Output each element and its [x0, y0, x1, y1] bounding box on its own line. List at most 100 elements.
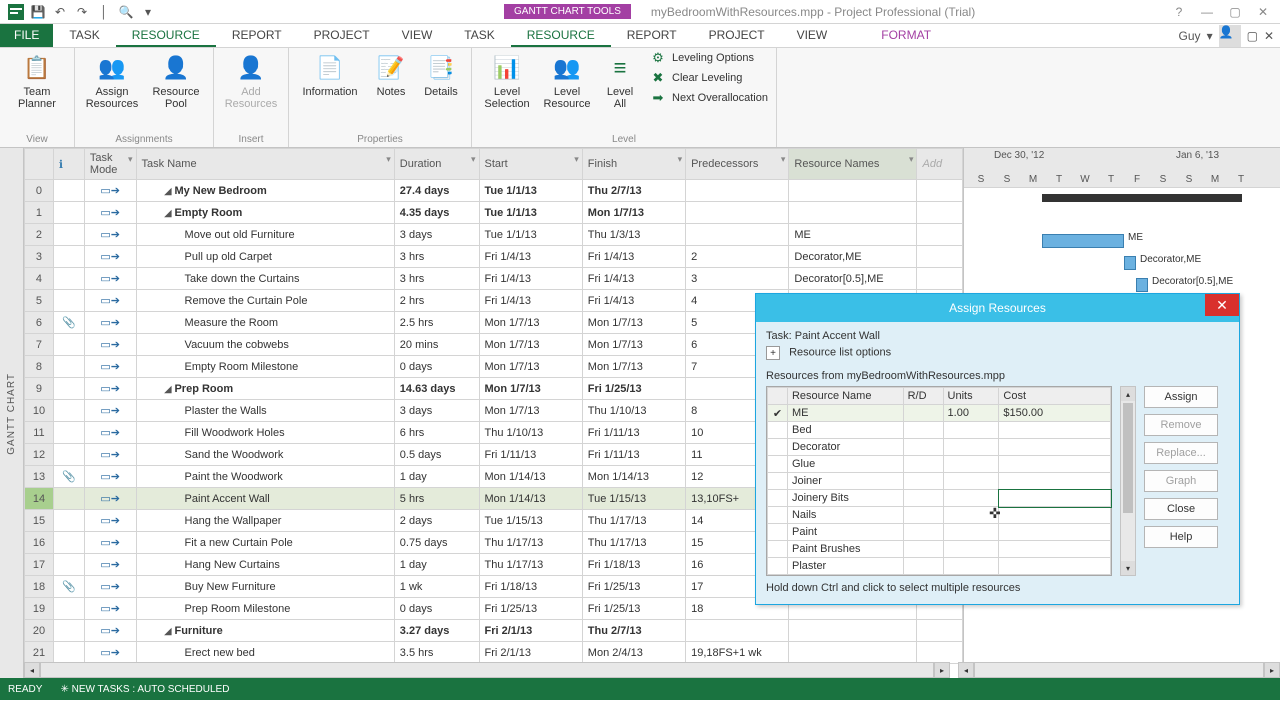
user-name[interactable]: Guy: [1179, 29, 1201, 43]
qat-sep: │: [94, 2, 114, 22]
tab-view[interactable]: VIEW: [386, 24, 449, 47]
resource-pool-icon: 👤: [160, 52, 192, 84]
user-dropdown-icon[interactable]: ▾: [1207, 29, 1213, 43]
scroll-down-icon[interactable]: ▾: [1121, 561, 1135, 575]
resource-table-scrollbar[interactable]: ▴ ▾: [1120, 386, 1136, 576]
tab-project[interactable]: PROJECT: [298, 24, 386, 47]
project-icon[interactable]: [6, 2, 26, 22]
gantt-day: T: [1228, 174, 1254, 185]
maximize-icon[interactable]: ▢: [1224, 3, 1246, 21]
col-rd[interactable]: R/D: [903, 388, 943, 405]
assign-button[interactable]: Assign: [1144, 386, 1218, 408]
resource-row[interactable]: Joiner: [768, 473, 1111, 490]
col-cost[interactable]: Cost: [999, 388, 1111, 405]
resource-row[interactable]: Joinery Bits: [768, 490, 1111, 507]
help-button[interactable]: Help: [1144, 526, 1218, 548]
status-new-tasks[interactable]: ✳ NEW TASKS : AUTO SCHEDULED: [60, 684, 229, 695]
gantt-bar[interactable]: [1136, 278, 1148, 292]
view-side-label[interactable]: GANTT CHART: [0, 148, 24, 680]
scroll-left-icon[interactable]: ◂: [958, 662, 974, 678]
col-add-new[interactable]: Add: [917, 149, 963, 180]
table-row[interactable]: 3▭➔Pull up old Carpet3 hrsFri 1/4/13Fri …: [25, 246, 963, 268]
level-resource-button[interactable]: 👥 LevelResource: [540, 50, 594, 112]
resource-row[interactable]: Bed: [768, 422, 1111, 439]
add-resources-button[interactable]: 👤 AddResources: [222, 50, 280, 112]
tab-resource[interactable]: RESOURCE: [511, 24, 611, 47]
next-overallocation-button[interactable]: ➡Next Overallocation: [650, 90, 768, 106]
close-button[interactable]: Close: [1144, 498, 1218, 520]
resource-row[interactable]: Paint: [768, 524, 1111, 541]
table-row[interactable]: 4▭➔Take down the Curtains3 hrsFri 1/4/13…: [25, 268, 963, 290]
remove-button[interactable]: Remove: [1144, 414, 1218, 436]
resource-row[interactable]: Decorator: [768, 439, 1111, 456]
save-icon[interactable]: 💾: [28, 2, 48, 22]
table-row[interactable]: 20▭➔◢Furniture3.27 daysFri 2/1/13Thu 2/7…: [25, 620, 963, 642]
inner-close-icon[interactable]: ✕: [1264, 29, 1274, 43]
table-row[interactable]: 2▭➔Move out old Furniture3 daysTue 1/1/1…: [25, 224, 963, 246]
ribbon-collapse-icon[interactable]: ▢: [1247, 29, 1258, 43]
col-rownum[interactable]: [25, 149, 54, 180]
resource-table[interactable]: Resource Name R/D Units Cost ✔ME1.00$150…: [766, 386, 1112, 576]
qat-customize-icon[interactable]: ▾: [138, 2, 158, 22]
expand-list-options-button[interactable]: +: [766, 346, 780, 360]
tab-resource[interactable]: RESOURCE: [116, 24, 216, 47]
tab-format[interactable]: FORMAT: [865, 24, 947, 47]
col-mode[interactable]: TaskMode▾: [84, 149, 136, 180]
tab-task[interactable]: TASK: [53, 24, 115, 47]
dialog-close-button[interactable]: ✕: [1205, 294, 1239, 316]
resource-row[interactable]: Glue: [768, 456, 1111, 473]
resource-row[interactable]: Nails: [768, 507, 1111, 524]
col-resource-name[interactable]: Resource Name: [787, 388, 903, 405]
close-icon[interactable]: ✕: [1252, 3, 1274, 21]
information-button[interactable]: 📄 Information: [297, 50, 363, 100]
clear-leveling-button[interactable]: ✖Clear Leveling: [650, 70, 768, 86]
tab-report[interactable]: REPORT: [216, 24, 298, 47]
horizontal-scroll[interactable]: ◂ ▸ ◂ ▸: [24, 662, 1280, 678]
table-row[interactable]: 0▭➔◢My New Bedroom27.4 daysTue 1/1/13Thu…: [25, 180, 963, 202]
tab-report[interactable]: REPORT: [611, 24, 693, 47]
team-planner-button[interactable]: 📋 TeamPlanner: [8, 50, 66, 112]
table-row[interactable]: 21▭➔Erect new bed3.5 hrsFri 2/1/13Mon 2/…: [25, 642, 963, 664]
redo-icon[interactable]: ↷: [72, 2, 92, 22]
help-icon[interactable]: ?: [1168, 3, 1190, 21]
gantt-bar[interactable]: [1124, 256, 1136, 270]
leveling-options-button[interactable]: ⚙Leveling Options: [650, 50, 768, 66]
col-task-name[interactable]: Task Name▾: [136, 149, 394, 180]
col-finish[interactable]: Finish▾: [582, 149, 685, 180]
col-units[interactable]: Units: [943, 388, 999, 405]
level-selection-button[interactable]: 📊 LevelSelection: [480, 50, 534, 112]
col-start[interactable]: Start▾: [479, 149, 582, 180]
scroll-right-icon[interactable]: ▸: [1264, 662, 1280, 678]
dialog-title-bar[interactable]: Assign Resources ✕: [756, 294, 1239, 322]
col-predecessors[interactable]: Predecessors▾: [686, 149, 789, 180]
resource-pool-button[interactable]: 👤 ResourcePool: [147, 50, 205, 112]
details-button[interactable]: 📑 Details: [419, 50, 463, 100]
replace-button[interactable]: Replace...: [1144, 442, 1218, 464]
undo-icon[interactable]: ↶: [50, 2, 70, 22]
graph-button[interactable]: Graph: [1144, 470, 1218, 492]
notes-button[interactable]: 📝 Notes: [369, 50, 413, 100]
resource-row[interactable]: Plaster: [768, 558, 1111, 575]
minimize-icon[interactable]: —: [1196, 3, 1218, 21]
gantt-day: S: [1150, 174, 1176, 185]
resource-row[interactable]: Paint Brushes: [768, 541, 1111, 558]
user-avatar-icon[interactable]: 👤: [1219, 25, 1241, 47]
col-resource-names[interactable]: Resource Names▾: [789, 149, 917, 180]
tab-project[interactable]: PROJECT: [693, 24, 781, 47]
col-indicator[interactable]: ℹ: [53, 149, 84, 180]
assign-resources-button[interactable]: 👥 AssignResources: [83, 50, 141, 112]
level-all-button[interactable]: ≡ LevelAll: [600, 50, 640, 112]
file-tab[interactable]: FILE: [0, 24, 53, 47]
zoom-icon[interactable]: 🔍: [116, 2, 136, 22]
resource-row[interactable]: ✔ME1.00$150.00: [768, 405, 1111, 422]
tab-task[interactable]: TASK: [448, 24, 510, 47]
scroll-left-icon[interactable]: ◂: [24, 662, 40, 678]
gantt-bar-summary[interactable]: [1042, 194, 1242, 202]
table-row[interactable]: 1▭➔◢Empty Room4.35 daysTue 1/1/13Mon 1/7…: [25, 202, 963, 224]
gantt-bar[interactable]: [1042, 234, 1124, 248]
tab-view[interactable]: VIEW: [781, 24, 844, 47]
col-duration[interactable]: Duration▾: [394, 149, 479, 180]
scroll-right-icon[interactable]: ▸: [934, 662, 950, 678]
add-resources-icon: 👤: [235, 52, 267, 84]
scroll-up-icon[interactable]: ▴: [1121, 387, 1135, 401]
